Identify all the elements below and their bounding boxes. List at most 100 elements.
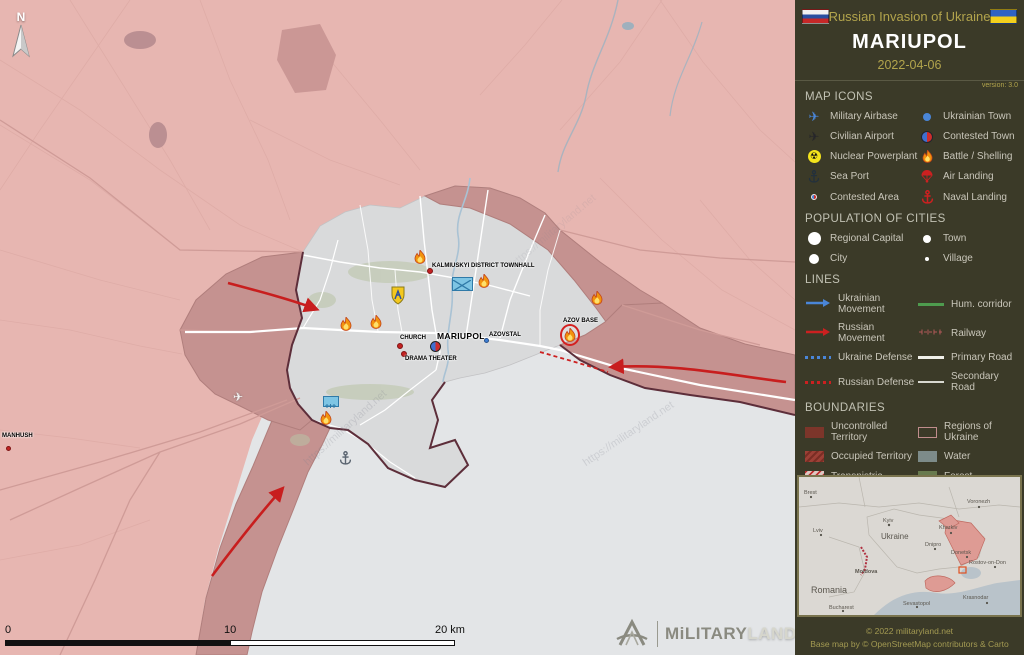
compass-n-label: N: [8, 10, 34, 24]
app-window: N https://militaryland.net https://milit…: [0, 0, 1024, 655]
russian-movement-icon: [805, 327, 831, 337]
nuclear-powerplant-icon: ☢: [808, 150, 821, 163]
humanitarian-corridor-icon: [918, 303, 944, 306]
legend-item: Russian Defense: [805, 371, 918, 393]
village-icon: [925, 257, 929, 261]
attribution-line: Base map by © OpenStreetMap contributors…: [795, 638, 1024, 651]
poi-dot: [397, 343, 403, 349]
legend-label: Regional Capital: [830, 233, 903, 244]
scale-bar-segment-filled: [5, 640, 230, 646]
sea-port-icon: [339, 451, 352, 465]
legend-label: City: [830, 253, 847, 264]
battle-shelling-icon: [320, 411, 332, 425]
ukraine-defense-icon: [805, 356, 831, 359]
section-title-map-icons: MAP ICONS: [805, 91, 1014, 103]
contested-area-icon: [811, 194, 817, 200]
militaryland-logo-icon: [614, 618, 650, 650]
map-date: 2022-04-06: [795, 58, 1024, 72]
unit-symbol-icon: [324, 402, 337, 410]
compass: N: [8, 10, 34, 65]
contested-town-icon: [430, 341, 441, 352]
battle-shelling-icon: [340, 317, 352, 331]
legend-label: Village: [943, 253, 973, 264]
svg-text:Kyiv: Kyiv: [883, 518, 894, 524]
legend-item: Battle / Shelling: [918, 150, 1018, 163]
ukrainian-town-icon: [923, 113, 931, 121]
legend-label: Uncontrolled Territory: [831, 421, 918, 443]
battle-shelling-icon: [591, 291, 603, 305]
section-title-population: POPULATION OF CITIES: [805, 213, 1014, 225]
poi-dot: [427, 268, 433, 274]
svg-text:Donetsk: Donetsk: [951, 550, 971, 556]
poi-label-kalmiuskyi: KALMIUSKYI DISTRICT TOWNHALL: [432, 263, 535, 269]
poi-label-azov-base: AZOV BASE: [563, 318, 598, 324]
legend-item: ✈ Military Airbase: [805, 110, 918, 123]
map-city-title: MARIUPOL: [795, 31, 1024, 54]
legend-item: Ukraine Defense: [805, 351, 918, 364]
battle-shelling-icon: [922, 150, 933, 163]
legend-label: Secondary Road: [951, 371, 1018, 393]
legend-item: Russian Movement: [805, 322, 918, 344]
legend-item: Contested Town: [918, 130, 1018, 143]
poi-label-church: CHURCH: [400, 335, 426, 341]
main-map[interactable]: N https://militaryland.net https://milit…: [0, 0, 795, 655]
azov-regiment-shield-icon: [391, 286, 405, 305]
legend-label: Contested Area: [830, 192, 899, 203]
contested-town-icon: [921, 131, 933, 143]
town-icon: [923, 235, 931, 243]
legend-label: Ukraine Defense: [838, 352, 912, 363]
poi-label-azovstal: AZOVSTAL: [489, 332, 521, 338]
boundaries-legend: Uncontrolled Territory Regions of Ukrain…: [795, 421, 1024, 483]
svg-text:Romania: Romania: [811, 585, 847, 595]
air-landing-icon: [920, 170, 934, 183]
battle-shelling-icon: [414, 250, 426, 264]
city-icon: [809, 254, 819, 264]
legend-label: Naval Landing: [943, 192, 1007, 203]
battle-shelling-icon: [560, 324, 580, 346]
scale-mid-label: 10: [224, 624, 236, 636]
legend-label: Ukrainian Movement: [838, 293, 918, 315]
legend-item: Sea Port: [805, 170, 918, 183]
legend-label: Air Landing: [943, 171, 994, 182]
uncontrolled-territory-swatch: [805, 427, 824, 438]
divider: [795, 80, 1024, 81]
town-dot: [484, 338, 489, 343]
poi-label-drama-theater: DRAMA THEATER: [405, 356, 457, 362]
infantry-cross-icon: [453, 280, 471, 291]
svg-text:Lviv: Lviv: [813, 528, 823, 534]
svg-text:Kharkiv: Kharkiv: [939, 525, 958, 531]
legend-sidebar: Russian Invasion of Ukraine MARIUPOL 202…: [795, 0, 1024, 655]
sidebar-footer: © 2022 militaryland.net Base map by © Op…: [795, 625, 1024, 651]
legend-label: Ukrainian Town: [943, 111, 1011, 122]
legend-label: Town: [943, 233, 966, 244]
legend-item: Water: [918, 450, 1018, 463]
inset-overview-map[interactable]: Brest Voronezh Kyiv Lviv Kharkiv Ukraine…: [797, 475, 1022, 617]
legend-label: Hum. corridor: [951, 299, 1012, 310]
water-swatch: [918, 451, 937, 462]
ukrainian-flag-icon: [990, 9, 1017, 24]
svg-text:Sevastopol: Sevastopol: [903, 601, 930, 607]
svg-text:Voronezh: Voronezh: [967, 499, 990, 505]
legend-label: Military Airbase: [830, 111, 898, 122]
legend-label: Russian Defense: [838, 377, 914, 388]
legend-item: ☢ Nuclear Powerplant: [805, 150, 918, 163]
legend-label: Civilian Airport: [830, 131, 894, 142]
battle-shelling-icon: [478, 274, 490, 288]
legend-item: City: [805, 252, 918, 265]
town-label-manhush: MANHUSH: [2, 433, 33, 439]
legend-label: Nuclear Powerplant: [830, 151, 917, 162]
svg-text:Bucharest: Bucharest: [829, 605, 854, 611]
secondary-road-icon: [918, 381, 944, 383]
lines-legend: Ukrainian Movement Hum. corridor Russian…: [795, 293, 1024, 393]
sidebar-header: Russian Invasion of Ukraine MARIUPOL 202…: [795, 0, 1024, 89]
legend-label: Battle / Shelling: [943, 151, 1013, 162]
logo-text-military: MiLITARY: [665, 624, 747, 643]
logo-text-land: LAND: [747, 624, 795, 643]
legend-label: Regions of Ukraine: [944, 421, 1018, 443]
compass-arrow-icon: [10, 24, 32, 60]
occupied-territory-swatch: [805, 451, 824, 462]
population-legend: Regional Capital Town City Village: [795, 232, 1024, 265]
town-dot: [6, 446, 11, 451]
legend-item: Air Landing: [918, 170, 1018, 183]
svg-text:Krasnodar: Krasnodar: [963, 595, 989, 601]
